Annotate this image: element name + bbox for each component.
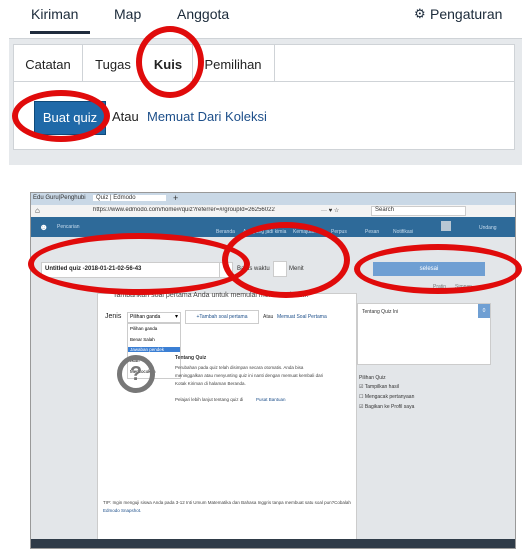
help-text: Pelajari lebih lanjut tentang quiz di — [175, 397, 244, 402]
nav-pesan[interactable]: Pesan — [365, 229, 379, 235]
load-question-link[interactable]: Memuat Soal Pertama — [277, 314, 327, 320]
question-mark-icon: ? — [117, 355, 155, 393]
or-load-label: Atau — [263, 314, 274, 320]
help-center-link[interactable]: Pusat Bantuan — [256, 397, 286, 402]
edmodo-logo-icon[interactable]: ☻ — [39, 222, 48, 232]
option-show-results[interactable]: ☑ Tampilkan hasil — [359, 384, 399, 390]
option-multiple-choice[interactable]: Pilihan ganda — [130, 326, 157, 331]
nav-map[interactable]: Map — [114, 6, 141, 22]
app-search[interactable]: Pencarian — [57, 224, 80, 230]
url-field[interactable]: https://www.edmodo.com/home#/quiz?referr… — [93, 207, 313, 213]
tab-pemilihan[interactable]: Pemilihan — [192, 45, 275, 81]
or-label: Atau — [112, 109, 139, 124]
avatar[interactable] — [441, 221, 451, 231]
option-shuffle[interactable]: ☐ Mengacak pertanyaan — [359, 394, 414, 400]
add-first-question-button[interactable]: +Tambah soal pertama — [185, 310, 259, 324]
nav-notifikasi[interactable]: Notifikasi — [393, 229, 413, 235]
browser-tab-bar: Edu Guru|Penghubi Quiz | Edmodo + — [31, 193, 515, 205]
option-share-profile[interactable]: ☑ Bagikan ke Profil saya — [359, 404, 414, 410]
settings-link[interactable]: Pengaturan — [430, 6, 502, 22]
browser-search-input[interactable]: Search — [371, 206, 466, 216]
tip-text: TIP: Ingin menguji siswa Anda pada 3-12 … — [103, 500, 351, 513]
chevron-down-icon: ▾ — [174, 314, 178, 320]
new-tab-icon[interactable]: + — [173, 193, 178, 203]
option-true-false[interactable]: Benar Salah — [130, 337, 155, 342]
group-top-nav: Kiriman Map Anggota ⚙ Pengaturan — [9, 0, 522, 39]
annotation-circle-create-quiz — [12, 90, 110, 142]
bookmark-icons[interactable]: ··· ♥ ☆ — [321, 207, 339, 214]
annotation-oval-finish-button — [354, 244, 522, 294]
annotation-circle-kuis — [136, 26, 204, 98]
annotation-oval-time-limit — [222, 222, 350, 298]
annotation-oval-quiz-title — [28, 233, 250, 295]
type-select[interactable]: Pilihan ganda ▾ — [127, 312, 181, 323]
tab-catatan[interactable]: Catatan — [14, 45, 83, 81]
edmodo-group-panel: Kiriman Map Anggota ⚙ Pengaturan Catatan… — [9, 0, 522, 165]
nav-kiriman[interactable]: Kiriman — [31, 6, 78, 22]
snapshot-link[interactable]: Edmodo Snapshot. — [103, 508, 141, 513]
active-tab-indicator — [30, 31, 90, 34]
option-short-answer[interactable]: Jawaban pendek — [128, 347, 180, 352]
home-icon[interactable]: ⌂ — [35, 206, 40, 215]
browser-tab-2[interactable]: Quiz | Edmodo — [93, 195, 166, 201]
info-line-2: meninggalkan atau menyunting quiz ini na… — [175, 373, 324, 378]
type-label: Jenis — [105, 313, 122, 320]
info-line-3: Kotak Kiriman di halaman Beranda. — [175, 381, 246, 386]
nav-beranda[interactable]: Beranda — [216, 229, 235, 235]
quiz-options-title: Pilihan Quiz — [359, 375, 386, 381]
load-collection-link[interactable]: Memuat Dari Koleksi — [147, 109, 267, 124]
post-type-tabs: Catatan Tugas Kuis Pemilihan — [14, 45, 514, 82]
info-line-1: Perubahan pada quiz telah disimpan secar… — [175, 365, 304, 370]
browser-tab-1[interactable]: Edu Guru|Penghubi — [33, 195, 86, 201]
invite-link[interactable]: Undang — [479, 225, 497, 231]
nav-anggota[interactable]: Anggota — [177, 6, 229, 22]
about-quiz-count[interactable]: 0 — [478, 304, 490, 318]
about-quiz-title: Tentang Quiz Ini — [362, 309, 399, 315]
gear-icon[interactable]: ⚙ — [414, 6, 426, 22]
about-quiz-panel: Tentang Quiz Ini 0 — [357, 303, 491, 365]
info-title: Tentang Quiz — [175, 355, 207, 361]
